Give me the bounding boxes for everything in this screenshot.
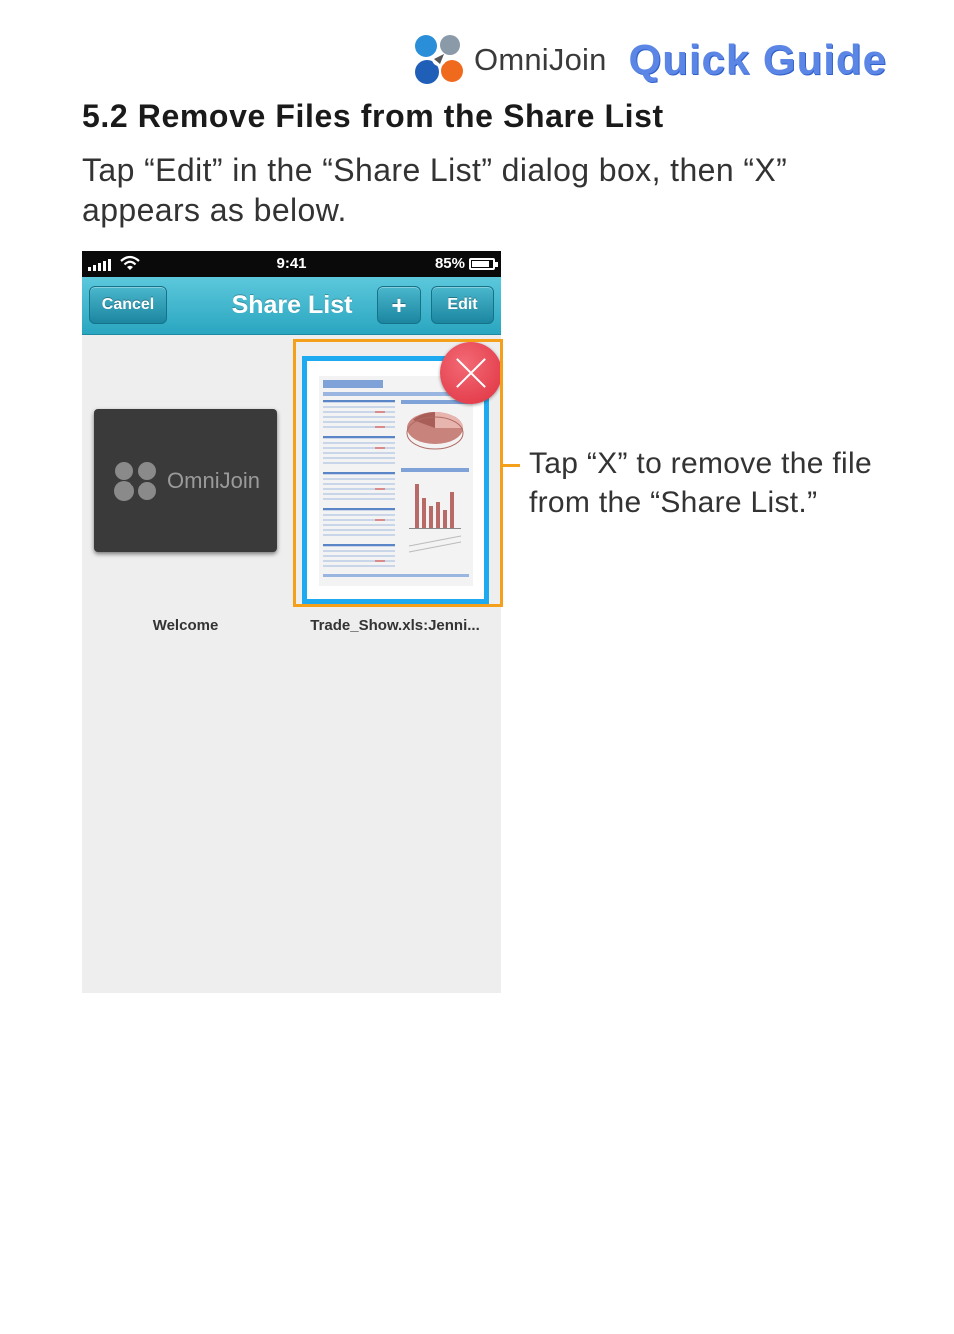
edit-button[interactable]: Edit: [431, 286, 494, 324]
brand-name: OmniJoin: [474, 42, 607, 77]
file-label: Trade_Show.xls:Jenni...: [310, 617, 480, 634]
section-intro: Tap “Edit” in the “Share List” dialog bo…: [82, 152, 788, 228]
file-thumbnail-welcome[interactable]: OmniJoin: [94, 409, 277, 552]
brand-header: OmniJoin Quick Guide: [410, 30, 887, 90]
add-file-button[interactable]: +: [377, 286, 421, 324]
callout-leader-line: [503, 464, 520, 467]
battery-icon: [469, 258, 498, 270]
omnijoin-logo-icon: [114, 461, 157, 501]
thumbnail-brand-name: OmniJoin: [167, 467, 260, 493]
guide-title: Quick Guide: [628, 36, 887, 83]
nav-title: Share List: [231, 291, 353, 319]
battery-percent: 85%: [434, 255, 465, 272]
section-title: 5.2 Remove Files from the Share List: [82, 98, 664, 134]
share-list-navbar: Cancel Share List + Edit: [82, 277, 501, 335]
cancel-button[interactable]: Cancel: [89, 286, 167, 324]
callout-text: Tap “X” to remove the file from the “Sha…: [529, 447, 872, 519]
omnijoin-logo-icon: [415, 35, 463, 84]
status-bar: 9:41 85%: [82, 251, 501, 277]
highlight-box: [293, 339, 503, 607]
file-label: Welcome: [152, 617, 219, 634]
battery-fill: [472, 261, 489, 267]
